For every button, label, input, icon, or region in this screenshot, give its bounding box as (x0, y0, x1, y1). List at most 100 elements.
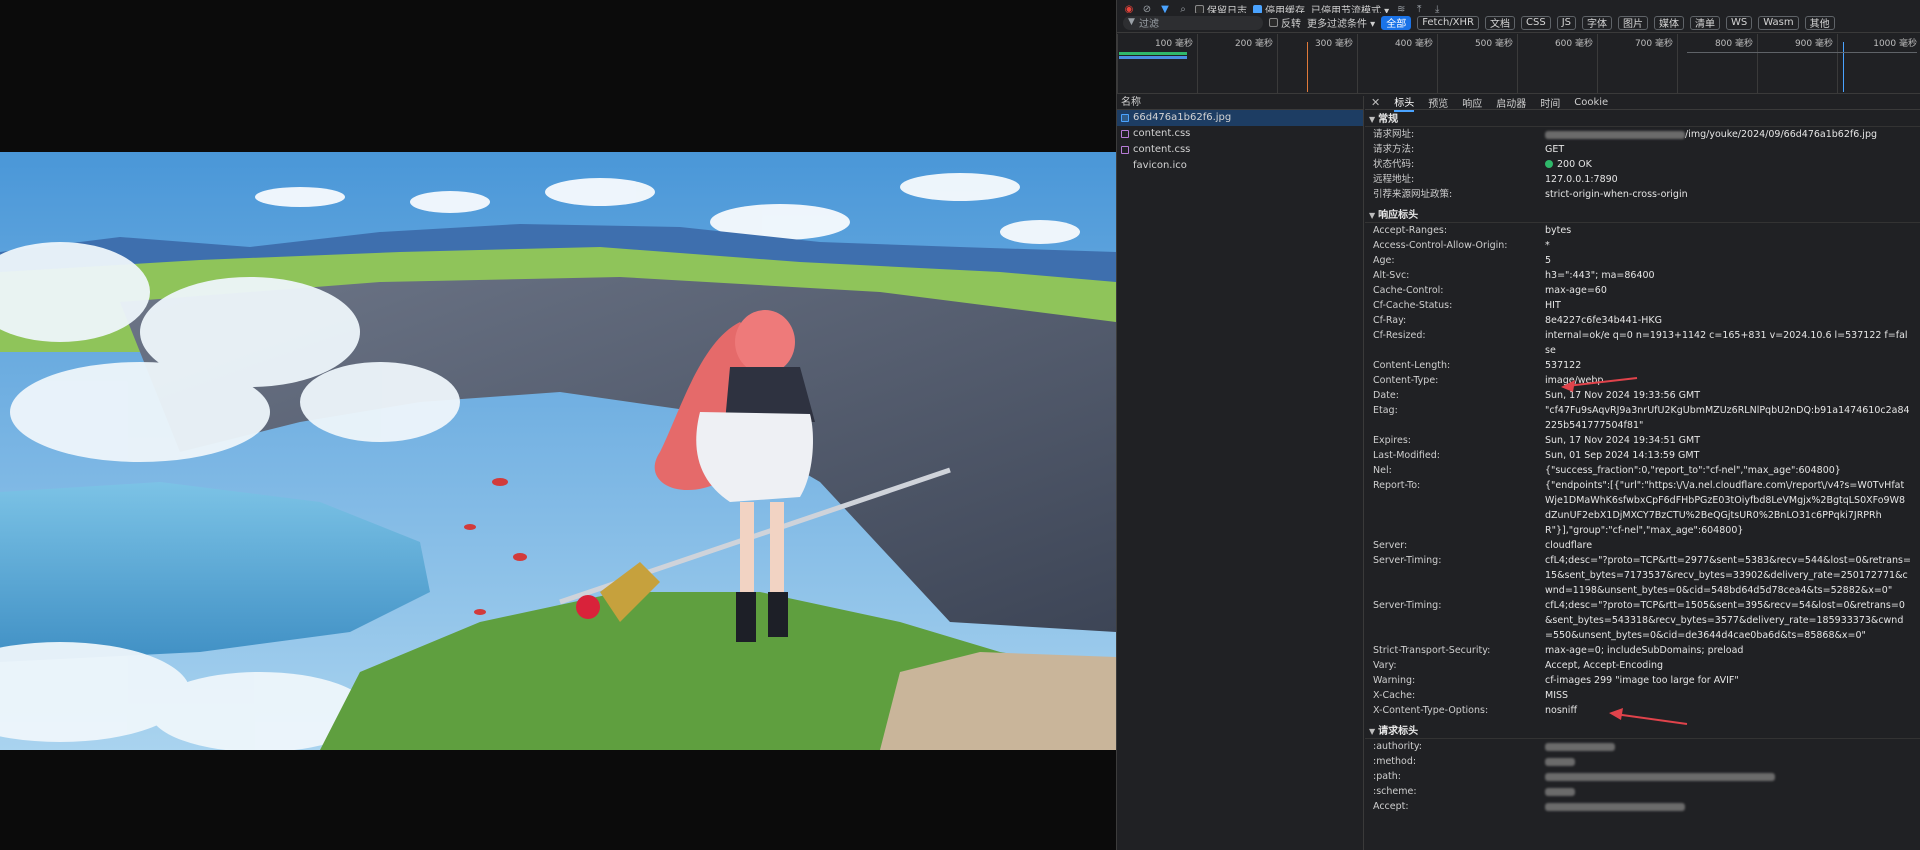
header-key: Server: (1373, 540, 1408, 551)
type-filter-ws[interactable]: WS (1726, 15, 1753, 30)
tab-response[interactable]: 响应 (1462, 96, 1482, 110)
header-key: Cf-Cache-Status: (1373, 300, 1453, 311)
header-value: Sun, 17 Nov 2024 19:34:51 GMT (1545, 435, 1701, 446)
header-row: Server-Timing: cfL4;desc="?proto=TCP&rtt=… (1365, 553, 1920, 598)
section-general-header[interactable]: ▼ 常规 (1365, 112, 1920, 127)
status-ok-icon (1545, 160, 1553, 168)
request-headers-list: :authority::method::path::scheme: Accept: (1365, 739, 1920, 814)
type-filter-other[interactable]: 其他 (1804, 15, 1835, 30)
request-detail-pane: ✕ 标头 预览 响应 启动器 时间 Cookie ▼ 常规 请求网址:/img/y… (1365, 96, 1920, 850)
tab-preview[interactable]: 预览 (1428, 96, 1448, 110)
header-value: {"success_fraction":0,"report_to":"cf-ne… (1545, 465, 1841, 476)
type-filter-doc[interactable]: 文档 (1485, 15, 1516, 30)
header-value: HIT (1545, 300, 1561, 311)
header-key: Cf-Ray: (1373, 315, 1407, 326)
triangle-down-icon: ▼ (1369, 727, 1376, 736)
header-key: X-Cache: (1373, 690, 1416, 701)
section-response-headers-header[interactable]: ▼ 响应标头 (1365, 208, 1920, 223)
request-row[interactable]: 66d476a1b62f6.jpg (1117, 110, 1363, 126)
filter-input[interactable]: ▼ 过滤 (1123, 15, 1263, 30)
header-row: Server-Timing: cfL4;desc="?proto=TCP&rtt=… (1365, 598, 1920, 643)
header-value: 537122 (1545, 360, 1582, 371)
filter-bar: ▼ 过滤 反转 更多过滤条件 ▾ 全部 Fetch/XHR 文档 CSS JS 字… (1117, 13, 1920, 33)
header-row: X-Cache: MISS (1365, 688, 1920, 703)
invert-checkbox[interactable]: 反转 (1269, 15, 1301, 30)
redacted-text (1545, 802, 1685, 811)
overview-tick: 200 毫秒 (1197, 34, 1277, 94)
close-icon[interactable]: ✕ (1371, 96, 1380, 109)
type-filter-css[interactable]: CSS (1521, 15, 1551, 30)
header-value: h3=":443"; ma=86400 (1545, 270, 1655, 281)
header-value: cfL4;desc="?proto=TCP&rtt=2977&sent=5383… (1545, 555, 1911, 596)
header-row: Cf-Cache-Status: HIT (1365, 298, 1920, 313)
header-row: Strict-Transport-Security: max-age=0; inc… (1365, 643, 1920, 658)
overview-tick: 700 毫秒 (1597, 34, 1677, 94)
header-key: Report-To: (1373, 480, 1421, 491)
overview-tick: 400 毫秒 (1357, 34, 1437, 94)
header-value: Accept, Accept-Encoding (1545, 660, 1664, 671)
header-row: Access-Control-Allow-Origin: * (1365, 238, 1920, 253)
header-row: 远程地址: 127.0.0.1:7890 (1373, 174, 1618, 185)
header-key: Nel: (1373, 465, 1392, 476)
header-value: {"endpoints":[{"url":"https:\/\/a.nel.cl… (1545, 480, 1906, 536)
header-row: X-Content-Type-Options: nosniff (1365, 703, 1920, 718)
redacted-text (1545, 757, 1575, 766)
tab-initiator[interactable]: 启动器 (1496, 96, 1526, 110)
overview-tick: 300 毫秒 (1277, 34, 1357, 94)
section-request-headers-header[interactable]: ▼ 请求标头 (1365, 724, 1920, 739)
type-filter-manifest[interactable]: 清单 (1690, 15, 1720, 30)
header-row: :scheme: (1365, 784, 1920, 799)
type-filter-wasm[interactable]: Wasm (1758, 15, 1799, 30)
header-value: max-age=0; includeSubDomains; preload (1545, 645, 1744, 656)
type-filter-media[interactable]: 媒体 (1654, 15, 1684, 30)
triangle-down-icon: ▼ (1369, 115, 1376, 124)
request-list-header[interactable]: 名称 (1117, 96, 1363, 110)
header-row: Accept-Ranges: bytes (1365, 223, 1920, 238)
image-viewer (0, 0, 1116, 850)
request-row[interactable]: content.css (1117, 142, 1363, 158)
devtools-network-panel: ◉ ⊘ ▼ ⌕ 保留日志 停用缓存 已停用节流模式 ▾ ≋ ⤒ ⤓ ▼ 过滤 反转… (1116, 0, 1920, 850)
header-row: Last-Modified: Sun, 01 Sep 2024 14:13:59 … (1365, 448, 1920, 463)
header-row: Alt-Svc: h3=":443"; ma=86400 (1365, 268, 1920, 283)
tab-headers[interactable]: 标头 (1394, 96, 1415, 112)
header-key: :authority: (1373, 741, 1423, 752)
header-value: 5 (1545, 255, 1552, 266)
header-row: Content-Length: 537122 (1365, 358, 1920, 373)
header-row: Expires: Sun, 17 Nov 2024 19:34:51 GMT (1365, 433, 1920, 448)
request-row[interactable]: favicon.ico (1117, 158, 1363, 174)
type-filter-font[interactable]: 字体 (1582, 15, 1612, 30)
timeline-overview[interactable]: 100 毫秒 200 毫秒 300 毫秒 400 毫秒 500 毫秒 600 毫… (1117, 34, 1920, 94)
type-filter-all[interactable]: 全部 (1381, 15, 1412, 30)
header-row: Age: 5 (1365, 253, 1920, 268)
triangle-down-icon: ▼ (1369, 211, 1376, 220)
header-row: Nel: {"success_fraction":0,"report_to":"c… (1365, 463, 1920, 478)
header-row: Etag: "cf47Fu9sAqvRJ9a3nrUfU2KgUbmMZUz6RL… (1365, 403, 1920, 433)
overview-marker (1307, 42, 1308, 92)
header-key: Cf-Resized: (1373, 330, 1426, 341)
header-row: Content-Type: image/webp (1365, 373, 1920, 388)
header-value: * (1545, 240, 1550, 251)
header-key: Accept-Ranges: (1373, 225, 1448, 236)
overview-bar-green (1119, 52, 1187, 55)
header-value: cloudflare (1545, 540, 1593, 551)
header-key: Server-Timing: (1373, 555, 1442, 566)
header-value: Sun, 01 Sep 2024 14:13:59 GMT (1545, 450, 1700, 461)
header-key: Vary: (1373, 660, 1397, 671)
tab-cookie[interactable]: Cookie (1574, 97, 1608, 108)
request-row[interactable]: content.css (1117, 126, 1363, 142)
header-key: Accept: (1373, 801, 1409, 812)
type-filter-img[interactable]: 图片 (1618, 15, 1648, 30)
overview-tick: 900 毫秒 (1757, 34, 1837, 94)
request-list: 名称 66d476a1b62f6.jpg content.css content… (1117, 96, 1364, 850)
header-key: Expires: (1373, 435, 1411, 446)
header-value: max-age=60 (1545, 285, 1607, 296)
header-row: Report-To: {"endpoints":[{"url":"https:\/… (1365, 478, 1920, 538)
header-row: Vary: Accept, Accept-Encoding (1365, 658, 1920, 673)
header-value: internal=ok/e q=0 n=1913+1142 c=165+831 … (1545, 330, 1908, 356)
header-key: Strict-Transport-Security: (1373, 645, 1491, 656)
more-filters-dropdown[interactable]: 更多过滤条件 ▾ (1307, 15, 1375, 30)
type-filter-js[interactable]: JS (1556, 15, 1576, 30)
tab-timing[interactable]: 时间 (1540, 96, 1560, 110)
type-filter-fetch[interactable]: Fetch/XHR (1417, 15, 1480, 30)
header-key: Access-Control-Allow-Origin: (1373, 240, 1508, 251)
